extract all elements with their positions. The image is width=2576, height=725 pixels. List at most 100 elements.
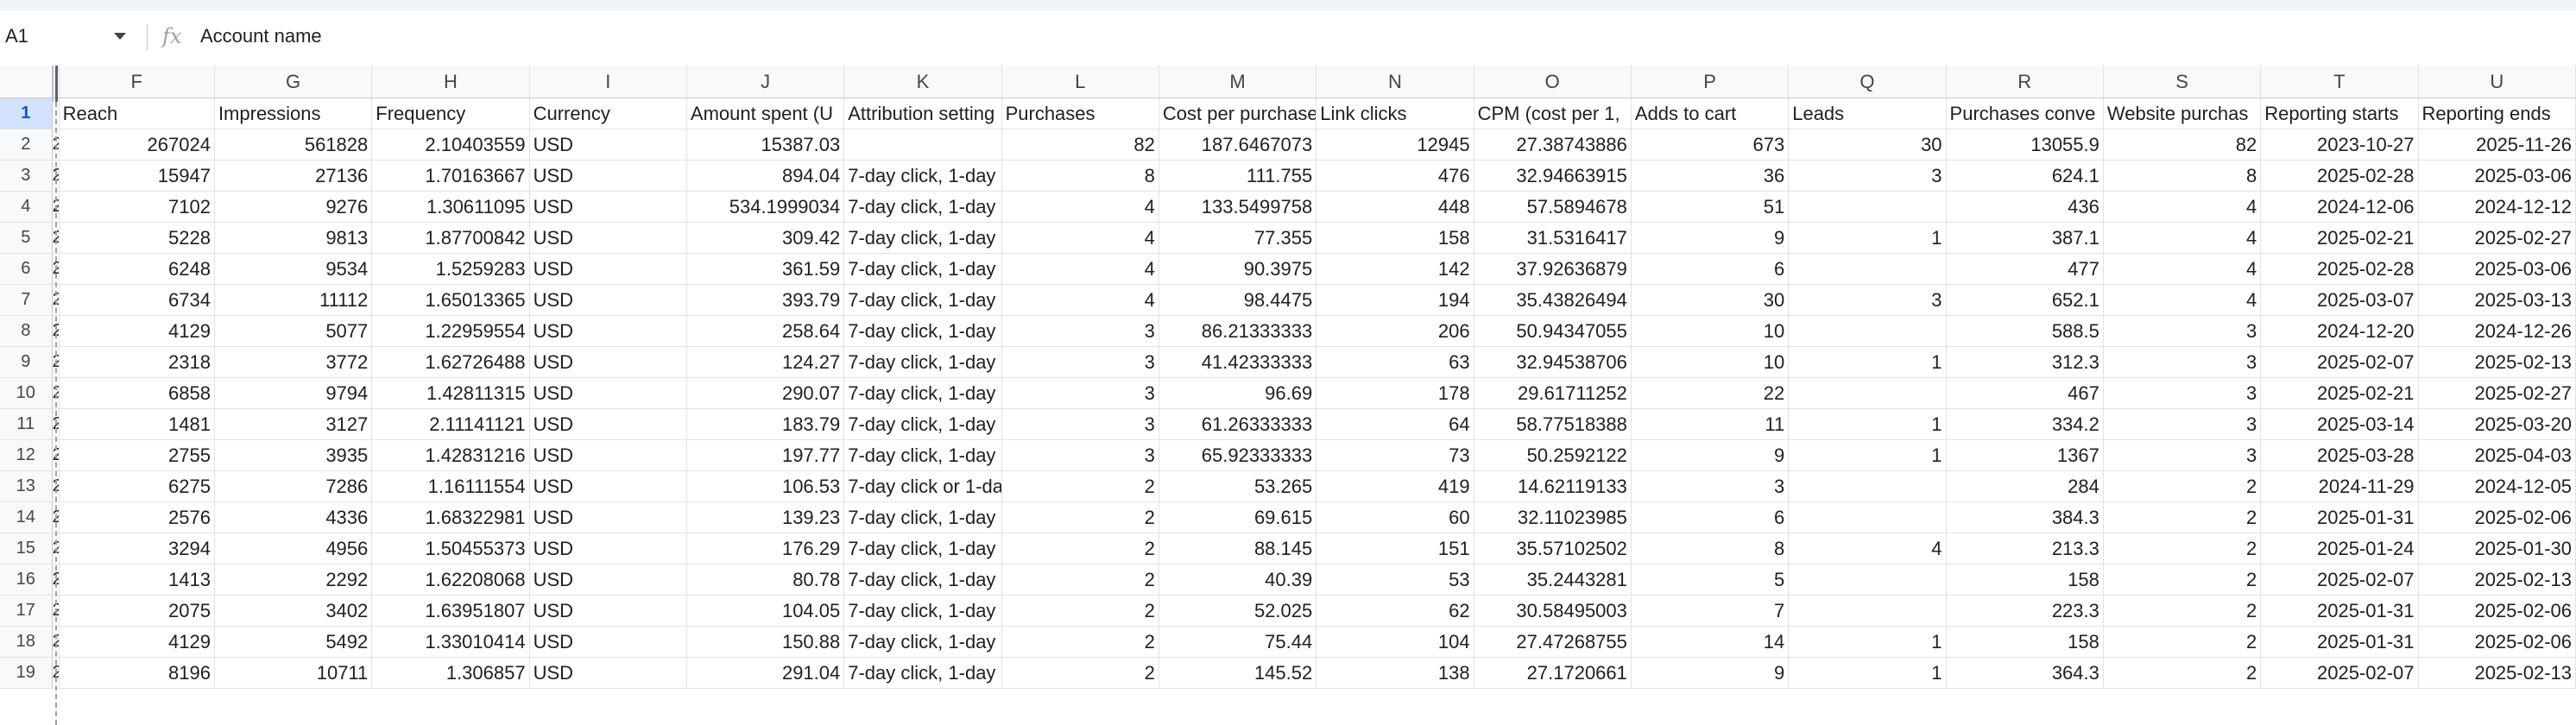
table-cell[interactable]: 8: [1001, 160, 1159, 192]
row-header[interactable]: 12: [0, 439, 53, 471]
table-cell[interactable]: 312.3: [1946, 346, 2104, 378]
table-cell[interactable]: 7-day click, 1-day: [843, 315, 1002, 347]
table-cell[interactable]: USD: [529, 657, 687, 689]
table-cell[interactable]: 62: [1316, 595, 1474, 627]
header-cell[interactable]: Frequency: [371, 98, 530, 129]
table-cell[interactable]: 3: [1631, 470, 1790, 502]
table-cell[interactable]: 3: [1001, 439, 1159, 471]
table-cell[interactable]: 29.61711252: [1474, 377, 1632, 409]
row-header[interactable]: 15: [0, 533, 53, 564]
table-cell[interactable]: 10711: [214, 657, 373, 689]
table-cell[interactable]: USD: [529, 222, 687, 254]
chevron-down-icon[interactable]: [114, 33, 126, 40]
table-cell[interactable]: 291.04: [686, 657, 845, 689]
table-cell[interactable]: 2025-03-13: [2418, 284, 2576, 316]
table-cell[interactable]: 1: [1788, 626, 1947, 658]
table-cell[interactable]: 2025-01-24: [2260, 533, 2419, 564]
table-cell[interactable]: 150.88: [686, 626, 845, 658]
table-cell[interactable]: 3: [2103, 315, 2262, 347]
table-cell[interactable]: 2024-12-12: [2418, 191, 2576, 223]
column-header-g[interactable]: G: [214, 66, 373, 98]
table-cell[interactable]: 4956: [214, 533, 373, 564]
table-cell[interactable]: 3: [1001, 408, 1159, 440]
table-cell[interactable]: 7: [1631, 595, 1790, 627]
table-cell[interactable]: 32.11023985: [1474, 501, 1632, 533]
header-cell[interactable]: Website purchas: [2103, 98, 2262, 129]
table-cell[interactable]: 7286: [214, 470, 373, 502]
table-cell[interactable]: USD: [529, 284, 687, 316]
table-cell[interactable]: [1788, 315, 1947, 347]
table-cell[interactable]: 258.64: [686, 315, 845, 347]
table-cell[interactable]: 4: [1001, 253, 1159, 285]
table-cell[interactable]: 2025-01-30: [2418, 533, 2576, 564]
table-cell[interactable]: 9: [1631, 439, 1790, 471]
column-header-i[interactable]: I: [529, 66, 687, 98]
table-cell[interactable]: 82: [1001, 129, 1159, 161]
table-cell[interactable]: 124.27: [686, 346, 845, 378]
row-header[interactable]: 11: [0, 408, 53, 440]
table-cell[interactable]: 32.94538706: [1474, 346, 1632, 378]
table-cell[interactable]: 27136: [214, 160, 373, 192]
header-cell[interactable]: Adds to cart: [1631, 98, 1790, 129]
table-cell[interactable]: 6248: [59, 253, 215, 285]
table-cell[interactable]: 7102: [59, 191, 215, 223]
table-cell[interactable]: 158: [1946, 626, 2104, 658]
table-cell[interactable]: 9276: [214, 191, 373, 223]
row-header[interactable]: 10: [0, 377, 53, 409]
table-cell[interactable]: 111.755: [1159, 160, 1317, 192]
table-cell[interactable]: 3935: [214, 439, 373, 471]
table-cell[interactable]: 3: [1001, 377, 1159, 409]
table-cell[interactable]: 4: [1788, 533, 1947, 564]
column-header-k[interactable]: K: [843, 66, 1002, 98]
table-cell[interactable]: 8196: [59, 657, 215, 689]
table-cell[interactable]: 2025-02-21: [2260, 377, 2419, 409]
table-cell[interactable]: 588.5: [1946, 315, 2104, 347]
table-cell[interactable]: 7-day click, 1-day: [843, 626, 1002, 658]
table-cell[interactable]: 6858: [59, 377, 215, 409]
table-cell[interactable]: 2025-02-07: [2260, 657, 2419, 689]
table-cell[interactable]: 15947: [59, 160, 215, 192]
table-cell[interactable]: USD: [529, 160, 687, 192]
column-header-f[interactable]: F: [59, 66, 215, 98]
table-cell[interactable]: 2025-02-13: [2418, 657, 2576, 689]
table-cell[interactable]: 138: [1316, 657, 1474, 689]
table-cell[interactable]: 73: [1316, 439, 1474, 471]
table-cell[interactable]: 561828: [214, 129, 373, 161]
table-cell[interactable]: 14: [1631, 626, 1790, 658]
table-cell[interactable]: 3127: [214, 408, 373, 440]
column-header-l[interactable]: L: [1001, 66, 1159, 98]
table-cell[interactable]: 106.53: [686, 470, 845, 502]
table-cell[interactable]: 3: [2103, 377, 2262, 409]
table-cell[interactable]: 2025-03-07: [2260, 284, 2419, 316]
table-cell[interactable]: 4: [2103, 222, 2262, 254]
table-cell[interactable]: 52.025: [1159, 595, 1317, 627]
header-cell[interactable]: Cost per purchase: [1159, 98, 1317, 129]
table-cell[interactable]: 7-day click, 1-day: [843, 439, 1002, 471]
table-cell[interactable]: 139.23: [686, 501, 845, 533]
table-cell[interactable]: 7-day click, 1-day: [843, 533, 1002, 564]
table-cell[interactable]: 183.79: [686, 408, 845, 440]
table-cell[interactable]: 158: [1316, 222, 1474, 254]
table-cell[interactable]: USD: [529, 439, 687, 471]
table-cell[interactable]: 27.38743886: [1474, 129, 1632, 161]
table-cell[interactable]: 5492: [214, 626, 373, 658]
table-cell[interactable]: 4129: [59, 626, 215, 658]
table-cell[interactable]: 1.42831216: [371, 439, 530, 471]
table-cell[interactable]: 35.2443281: [1474, 564, 1632, 596]
table-cell[interactable]: 9: [1631, 222, 1790, 254]
table-cell[interactable]: 194: [1316, 284, 1474, 316]
column-header-s[interactable]: S: [2103, 66, 2262, 98]
column-header-n[interactable]: N: [1316, 66, 1474, 98]
table-cell[interactable]: 9794: [214, 377, 373, 409]
table-cell[interactable]: 213.3: [1946, 533, 2104, 564]
table-cell[interactable]: USD: [529, 595, 687, 627]
table-cell[interactable]: 187.6467073: [1159, 129, 1317, 161]
table-cell[interactable]: 1.33010414: [371, 626, 530, 658]
table-cell[interactable]: 334.2: [1946, 408, 2104, 440]
table-cell[interactable]: 10: [1631, 315, 1790, 347]
table-cell[interactable]: 2023-10-27: [2260, 129, 2419, 161]
table-cell[interactable]: 2025-03-14: [2260, 408, 2419, 440]
table-cell[interactable]: 7-day click, 1-day: [843, 191, 1002, 223]
table-cell[interactable]: 1: [1788, 657, 1947, 689]
table-cell[interactable]: 51: [1631, 191, 1790, 223]
